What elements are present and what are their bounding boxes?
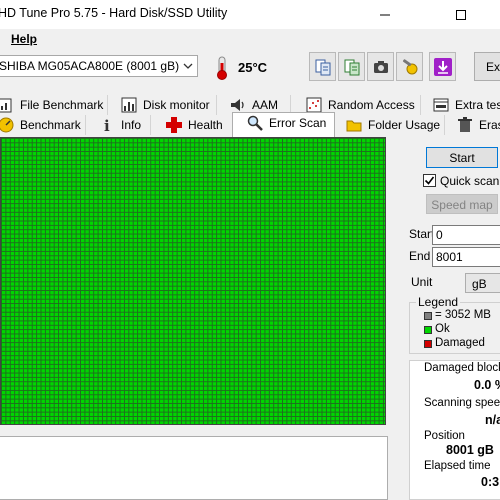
scanning-speed-value: n/a bbox=[485, 413, 500, 427]
wrench-coin-icon bbox=[402, 58, 417, 74]
checkmark-icon bbox=[424, 176, 435, 185]
end-field-label: End bbox=[409, 249, 431, 263]
camera-icon bbox=[373, 60, 388, 73]
erase-icon bbox=[458, 117, 472, 132]
info-icon: i bbox=[104, 117, 110, 133]
tab-folder-usage[interactable]: Folder Usage bbox=[346, 115, 440, 135]
tab-label: AAM bbox=[252, 98, 279, 112]
drive-select[interactable]: SHIBA MG05ACA800E (8001 gB) bbox=[0, 55, 198, 77]
temperature-readout: 25°C bbox=[238, 60, 268, 75]
screenshot-button[interactable] bbox=[367, 52, 394, 81]
menu-bar: Help bbox=[0, 29, 500, 49]
tab-label: Folder Usage bbox=[368, 118, 441, 132]
menu-help[interactable]: Help bbox=[11, 32, 37, 46]
legend-damaged-swatch bbox=[424, 340, 432, 348]
scan-log bbox=[0, 436, 388, 500]
health-cross-icon bbox=[166, 117, 182, 133]
drive-select-value: SHIBA MG05ACA800E (8001 gB) bbox=[0, 59, 180, 73]
chevron-down-icon bbox=[183, 60, 193, 74]
start-button[interactable]: Start bbox=[426, 147, 498, 168]
damaged-blocks-value: 0.0 % bbox=[474, 378, 500, 392]
quick-scan-label[interactable]: Quick scan bbox=[440, 174, 499, 188]
position-value: 8001 gB bbox=[446, 443, 494, 457]
menu-help-label: Help bbox=[11, 32, 38, 46]
start-input[interactable]: 0 bbox=[432, 225, 500, 245]
unit-label: Unit bbox=[411, 275, 433, 289]
folder-icon bbox=[346, 120, 362, 132]
copy-green-icon bbox=[344, 59, 359, 75]
legend-block-swatch bbox=[424, 312, 432, 320]
thermometer-icon bbox=[214, 56, 230, 80]
tab-disk-monitor[interactable]: Disk monitor bbox=[121, 95, 210, 115]
tab-health[interactable]: Health bbox=[166, 115, 223, 135]
tab-label: Health bbox=[188, 118, 223, 132]
end-input[interactable]: 8001 bbox=[432, 247, 500, 267]
scanning-speed-label: Scanning speed bbox=[424, 397, 500, 409]
legend-block-size: = 3052 MB bbox=[435, 309, 491, 321]
legend-damaged-label: Damaged bbox=[435, 337, 485, 349]
maximize-button[interactable] bbox=[438, 0, 484, 29]
tab-error-scan[interactable]: Error Scan bbox=[247, 113, 326, 133]
disk-monitor-icon bbox=[121, 97, 137, 113]
tab-file-benchmark[interactable]: File Benchmark bbox=[0, 95, 103, 115]
benchmark-icon bbox=[0, 117, 14, 133]
tab-label: Disk monitor bbox=[143, 98, 210, 112]
legend-ok-swatch bbox=[424, 326, 432, 334]
error-scan-map bbox=[0, 137, 386, 425]
download-arrow-icon bbox=[433, 57, 452, 76]
copy-text-button[interactable] bbox=[338, 52, 365, 81]
legend-title: Legend bbox=[416, 295, 461, 309]
window-title: HD Tune Pro 5.75 - Hard Disk/SSD Utility bbox=[0, 6, 228, 20]
tab-row-bottom: Benchmark i Info Health Error Scan Folde… bbox=[0, 115, 500, 137]
minimize-button[interactable] bbox=[362, 0, 408, 29]
tab-label: Benchmark bbox=[20, 118, 81, 132]
title-bar: HD Tune Pro 5.75 - Hard Disk/SSD Utility bbox=[0, 0, 500, 29]
elapsed-time-value: 0:3 bbox=[481, 475, 500, 489]
elapsed-time-label: Elapsed time bbox=[424, 460, 491, 472]
magnifier-icon bbox=[247, 115, 263, 131]
quick-scan-checkbox[interactable] bbox=[423, 174, 436, 187]
tab-label: File Benchmark bbox=[20, 98, 104, 112]
tab-label: Error Scan bbox=[269, 116, 327, 130]
scan-block-grid bbox=[1, 138, 385, 424]
tab-extra-tests[interactable]: Extra tests bbox=[433, 95, 500, 115]
random-access-icon bbox=[306, 97, 322, 113]
tab-label: Info bbox=[121, 118, 142, 132]
file-benchmark-icon bbox=[0, 98, 12, 113]
svg-text:i: i bbox=[104, 117, 110, 133]
start-field-label: Start bbox=[409, 227, 435, 241]
copy-info-button[interactable] bbox=[309, 52, 336, 81]
minimize-icon bbox=[380, 14, 390, 15]
tab-benchmark[interactable]: Benchmark bbox=[0, 115, 81, 135]
legend-ok-label: Ok bbox=[435, 323, 450, 335]
tab-erase[interactable]: Erase bbox=[457, 115, 500, 135]
unit-select[interactable]: gB bbox=[465, 273, 500, 293]
extra-tests-icon bbox=[433, 98, 449, 112]
options-button[interactable] bbox=[396, 52, 423, 81]
tab-info[interactable]: i Info bbox=[99, 115, 141, 135]
tab-label: Random Access bbox=[328, 98, 415, 112]
copy-document-icon bbox=[315, 59, 330, 75]
damaged-blocks-label: Damaged blocks bbox=[424, 362, 500, 374]
speed-map-button[interactable]: Speed map bbox=[426, 194, 498, 214]
tab-label: Erase bbox=[479, 118, 500, 132]
save-button[interactable] bbox=[429, 52, 456, 81]
maximize-icon bbox=[456, 9, 466, 20]
tab-label: Extra tests bbox=[455, 98, 500, 112]
position-label: Position bbox=[424, 430, 465, 442]
exit-button[interactable]: Exit bbox=[474, 52, 500, 81]
speaker-icon bbox=[231, 99, 244, 111]
